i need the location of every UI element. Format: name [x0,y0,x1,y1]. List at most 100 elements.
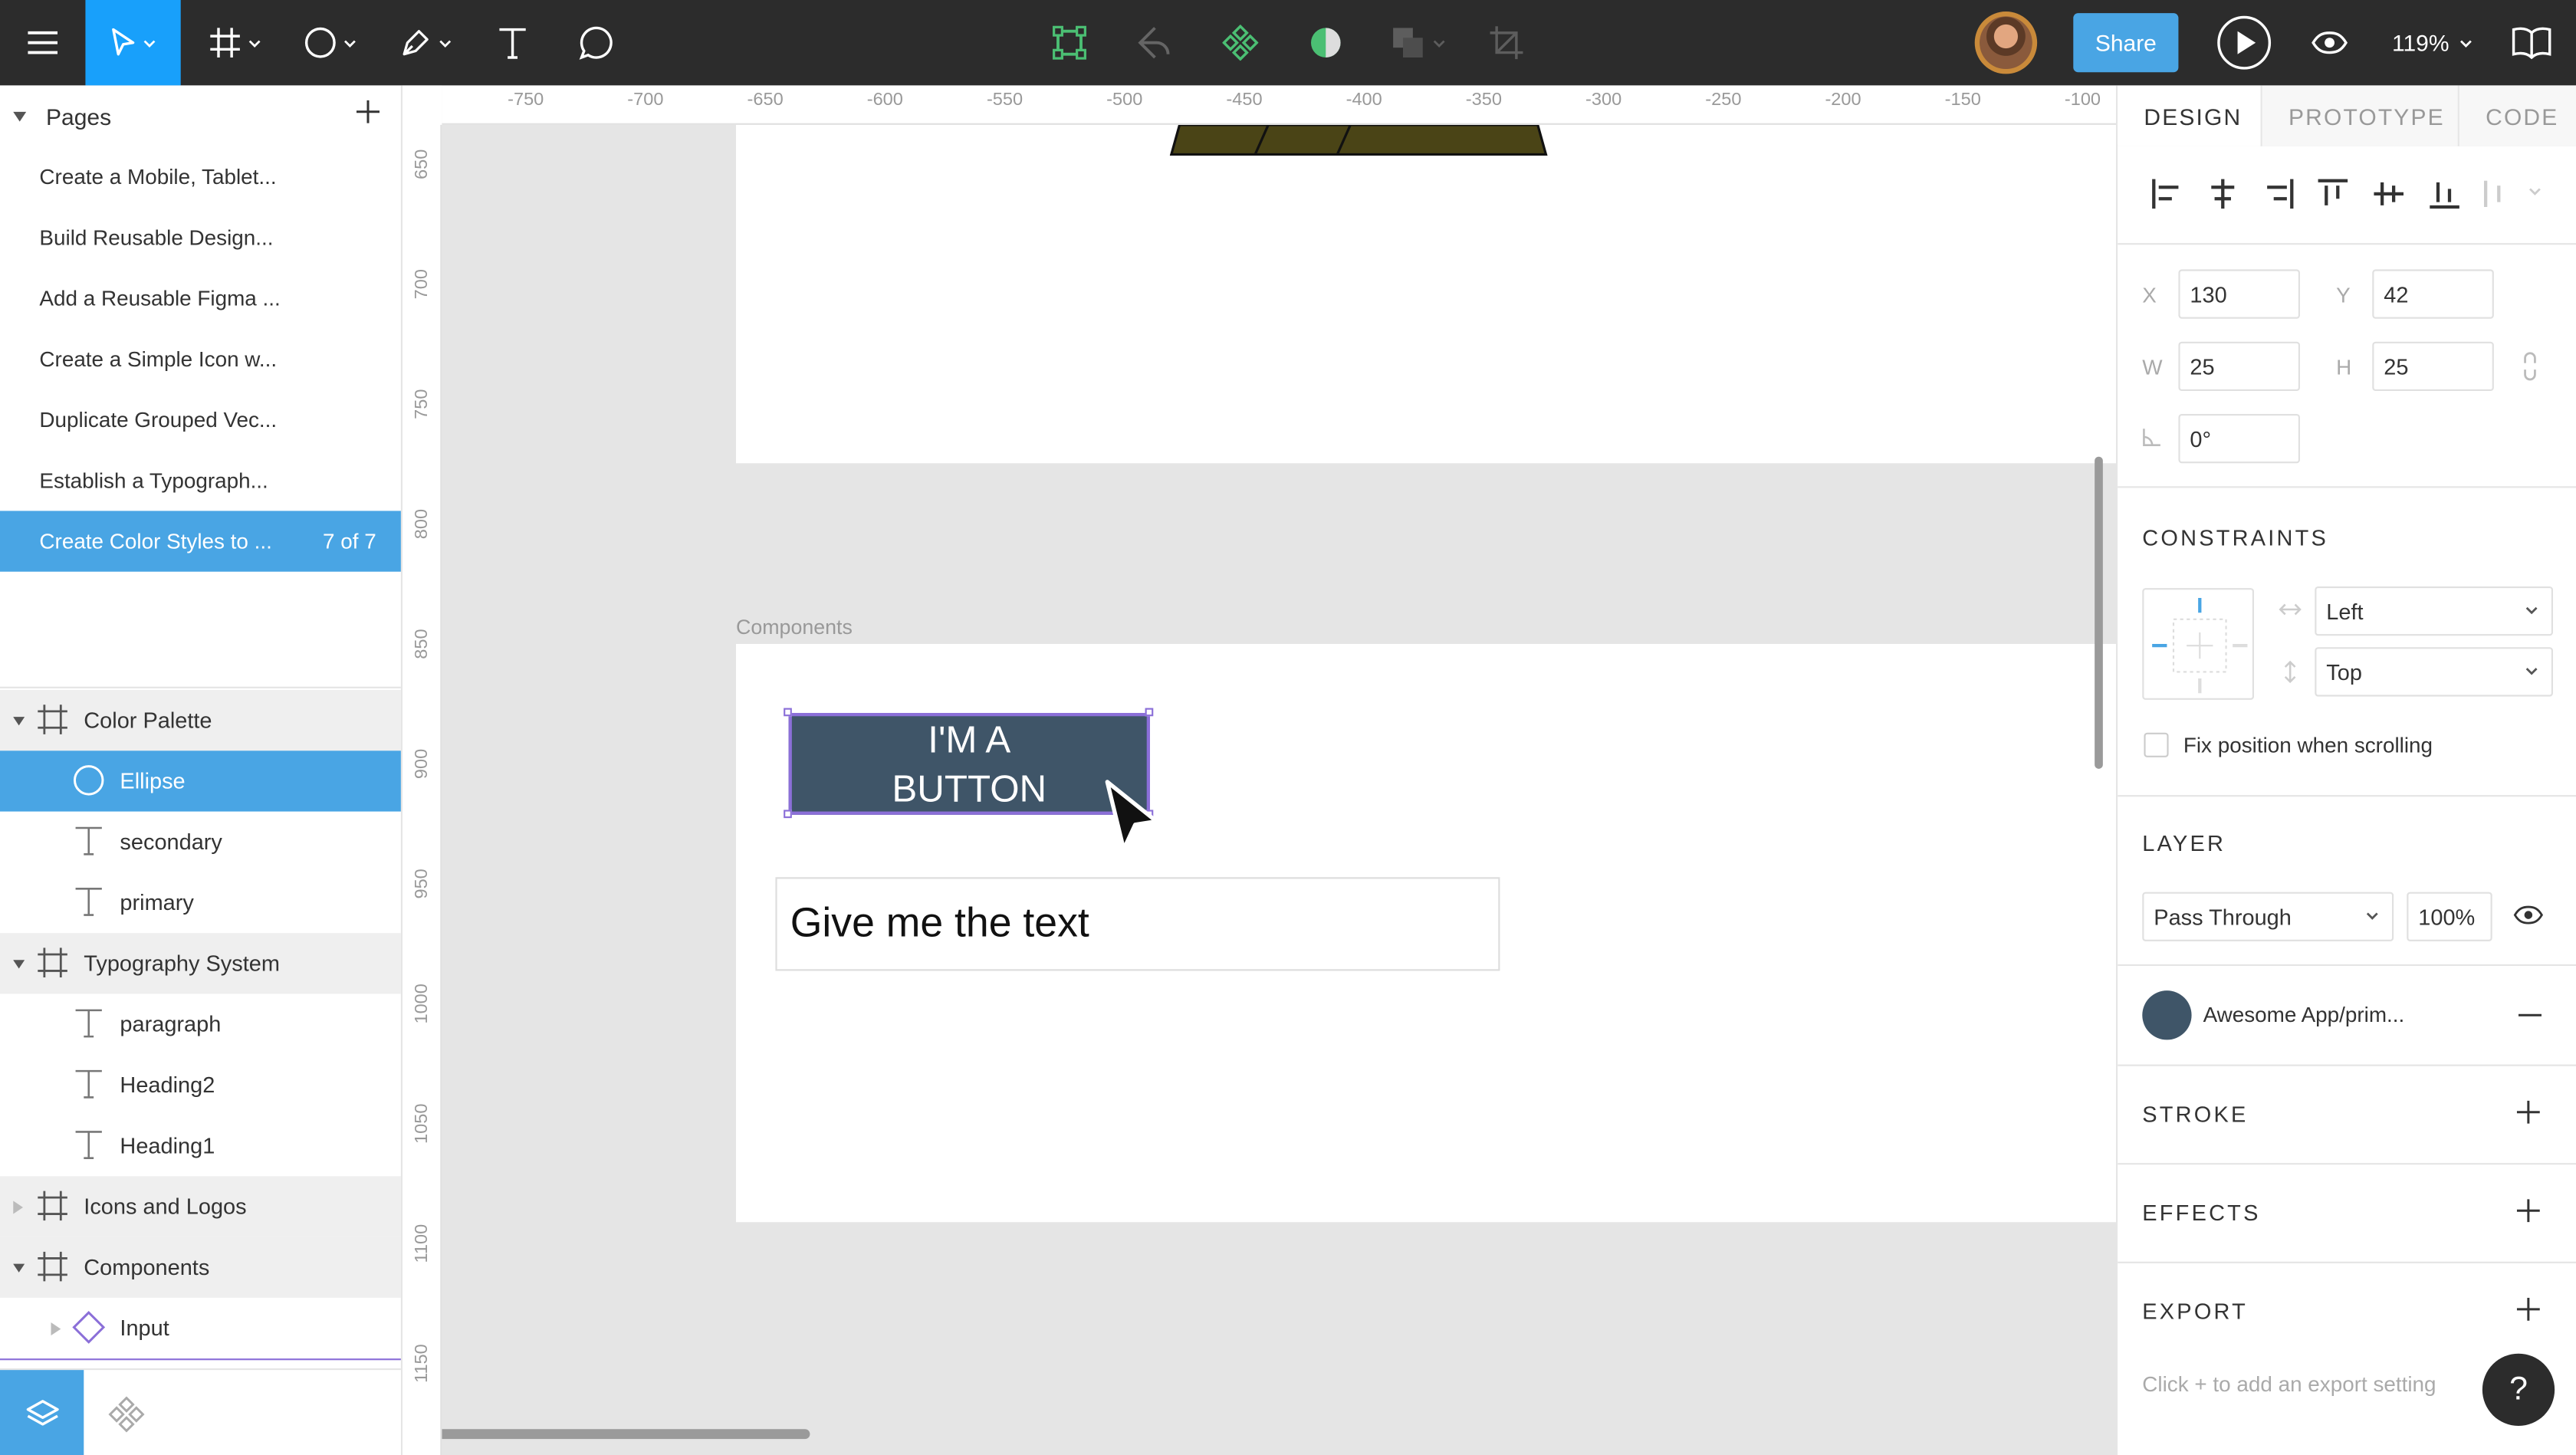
page-item[interactable]: Build Reusable Design... [0,207,401,268]
layer-heading2[interactable]: Heading2 [0,1055,401,1115]
text-tool-button[interactable] [480,0,546,85]
components-button[interactable] [1209,0,1271,85]
width-field[interactable]: 25 [2178,341,2300,391]
opacity-field[interactable]: 100% [2407,892,2492,941]
layer-color-palette[interactable]: Color Palette [0,690,401,751]
plus-icon[interactable] [356,100,380,123]
x-field[interactable]: 130 [2178,269,2300,319]
horizontal-constraint-select[interactable]: Left [2315,586,2553,636]
page-item[interactable]: Duplicate Grouped Vec... [0,389,401,450]
resize-handle[interactable] [1145,708,1154,717]
page-item-selected[interactable]: Create Color Styles to ... 7 of 7 [0,511,401,572]
tab-code[interactable]: CODE [2459,85,2576,146]
minus-icon[interactable] [2518,1013,2542,1017]
button-component[interactable]: I'M A BUTTON [788,713,1150,815]
frame-icon [38,705,67,734]
layer-label: primary [120,890,194,915]
distribute-icon[interactable] [2482,177,2515,210]
align-top-icon[interactable] [2316,177,2349,210]
share-button[interactable]: Share [2073,13,2179,73]
right-panel: DESIGN PROTOTYPE CODE X 130 Y 42 W 25 H … [2116,85,2576,1455]
crop-button[interactable] [1475,0,1537,85]
height-field[interactable]: 25 [2372,341,2494,391]
eye-icon[interactable] [2513,905,2544,925]
pages-header[interactable]: Pages [0,85,401,147]
caret-right-icon[interactable] [51,1321,61,1335]
frame-tool-button[interactable] [194,0,276,85]
shape-tool-button[interactable] [289,0,371,85]
page-item[interactable]: Add a Reusable Figma ... [0,268,401,328]
chevron-down-icon [2525,668,2538,675]
caret-down-icon[interactable] [13,1263,25,1273]
library-button[interactable] [2500,0,2562,85]
layer-primary[interactable]: primary [0,872,401,933]
caret-down-icon[interactable] [13,958,25,968]
tab-design[interactable]: DESIGN [2118,85,2262,146]
view-button[interactable] [2300,0,2359,85]
constrain-proportions-icon[interactable] [2522,352,2538,382]
frame-color-palette[interactable] [736,124,2116,464]
plus-icon[interactable] [2516,1297,2540,1321]
constraints-widget[interactable] [2142,588,2254,700]
layer-components[interactable]: Components [0,1237,401,1298]
horizontal-scrollbar[interactable] [416,1429,810,1440]
layer-icons-and-logos[interactable]: Icons and Logos [0,1176,401,1237]
input-component[interactable]: Give me the text [775,877,1500,971]
chevron-down-icon [2366,912,2378,920]
align-bottom-icon[interactable] [2428,177,2461,210]
fill-color-swatch[interactable] [2142,990,2192,1040]
rotation-field[interactable]: 0° [2178,414,2300,464]
caret-down-icon[interactable] [13,715,25,725]
create-component-button[interactable] [1038,0,1100,85]
menu-button[interactable] [0,0,85,85]
components-tab[interactable] [84,1370,167,1455]
blend-mode-select[interactable]: Pass Through [2142,892,2394,941]
resize-handle[interactable] [784,708,792,717]
page-item[interactable]: Create a Simple Icon w... [0,329,401,389]
comment-tool-button[interactable] [562,0,631,85]
pen-tool-button[interactable] [384,0,466,85]
zoom-dropdown[interactable]: 119% [2392,0,2472,85]
mask-button[interactable] [1295,0,1357,85]
help-button[interactable]: ? [2482,1353,2555,1426]
page-item[interactable]: Establish a Typograph... [0,450,401,511]
chevron-down-icon[interactable] [2528,187,2542,195]
layer-paragraph[interactable]: paragraph [0,994,401,1054]
tab-prototype[interactable]: PROTOTYPE [2262,85,2459,146]
layers-tab[interactable] [0,1370,84,1455]
frame-label-components[interactable]: Components [736,616,853,639]
reset-instance-button[interactable] [1124,0,1186,85]
ruler-tick-label: 950 [412,869,432,899]
vertical-scrollbar[interactable] [2095,456,2103,769]
align-left-icon[interactable] [2150,177,2183,210]
logo-shape[interactable] [1169,124,1548,158]
button-text-line2: BUTTON [892,767,1047,810]
present-button[interactable] [2211,0,2277,85]
chevron-down-icon [248,39,261,47]
layer-typography-system[interactable]: Typography System [0,933,401,994]
plus-icon[interactable] [2516,1199,2540,1223]
divider [2118,1163,2576,1165]
select-value: Top [2326,659,2362,685]
horizontal-arrows-icon [2279,603,2302,616]
vertical-constraint-select[interactable]: Top [2315,647,2553,697]
fill-style-name[interactable]: Awesome App/prim... [2203,1002,2405,1026]
layer-ellipse[interactable]: Ellipse [0,750,401,812]
plus-icon[interactable] [2516,1100,2540,1124]
user-avatar[interactable] [1974,11,2038,74]
y-field[interactable]: 42 [2372,269,2494,319]
align-right-icon[interactable] [2262,177,2295,210]
layer-secondary[interactable]: secondary [0,812,401,872]
canvas[interactable]: Components I'M A BUTTON Give me the text… [402,85,2116,1455]
align-vertical-center-icon[interactable] [2372,177,2405,210]
move-tool-button[interactable] [85,0,181,86]
resize-handle[interactable] [784,810,792,819]
layer-input[interactable]: Input [0,1298,401,1358]
fix-position-checkbox[interactable] [2144,732,2169,757]
caret-right-icon[interactable] [13,1200,23,1214]
page-item[interactable]: Create a Mobile, Tablet... [0,146,401,207]
layer-heading1[interactable]: Heading1 [0,1115,401,1176]
zoom-level: 119% [2392,29,2450,56]
boolean-button[interactable] [1380,0,1456,85]
align-horizontal-center-icon[interactable] [2206,177,2239,210]
